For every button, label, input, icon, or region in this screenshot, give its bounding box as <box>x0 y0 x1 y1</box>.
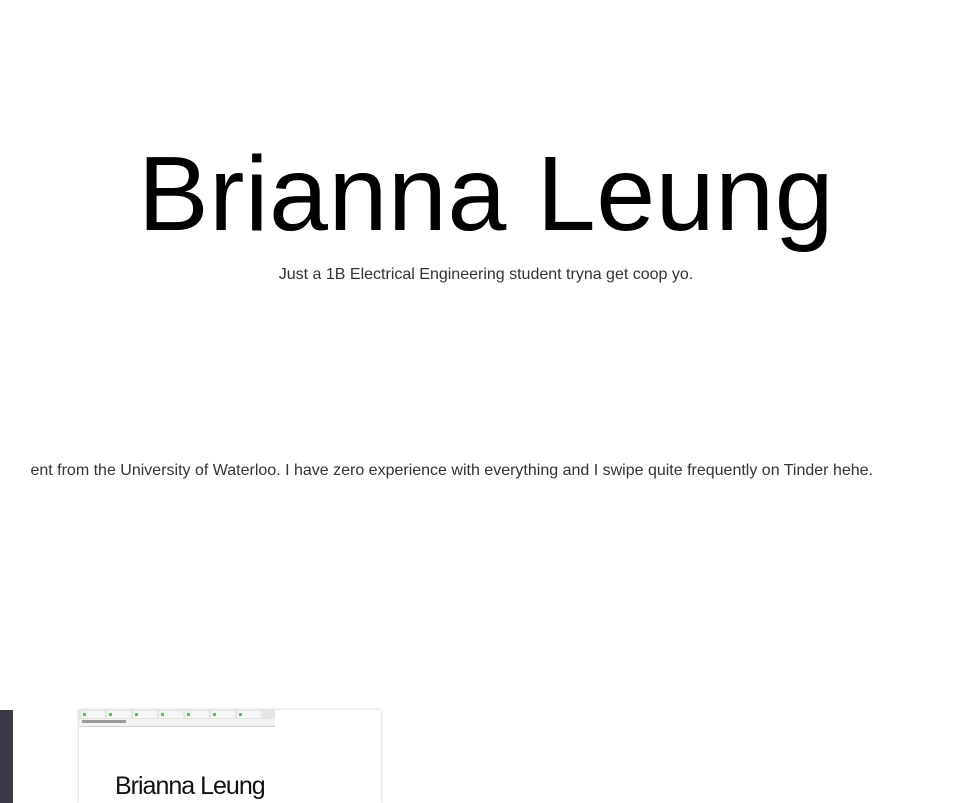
thumbnail-tab <box>107 711 131 718</box>
about-text: ent from the University of Waterloo. I h… <box>30 462 873 479</box>
thumbnail-title: Brianna Leung <box>115 772 266 800</box>
thumbnail-url <box>82 720 126 723</box>
project-card[interactable]: Brianna Leung <box>79 710 381 803</box>
thumbnail-tab <box>185 711 209 718</box>
thumbnail-tab <box>81 711 105 718</box>
thumbnail-address-bar <box>79 719 275 727</box>
project-card-dark[interactable] <box>0 710 13 803</box>
thumbnail-browser-tabs <box>79 710 275 719</box>
thumbnail-tab <box>237 711 261 718</box>
thumbnail-tab <box>159 711 183 718</box>
thumbnail-tab <box>211 711 235 718</box>
page: Brianna Leung Just a 1B Electrical Engin… <box>0 0 962 803</box>
hero-subtitle: Just a 1B Electrical Engineering student… <box>278 266 694 283</box>
thumbnail-tab <box>133 711 157 718</box>
hero-title: Brianna Leung <box>137 135 835 253</box>
